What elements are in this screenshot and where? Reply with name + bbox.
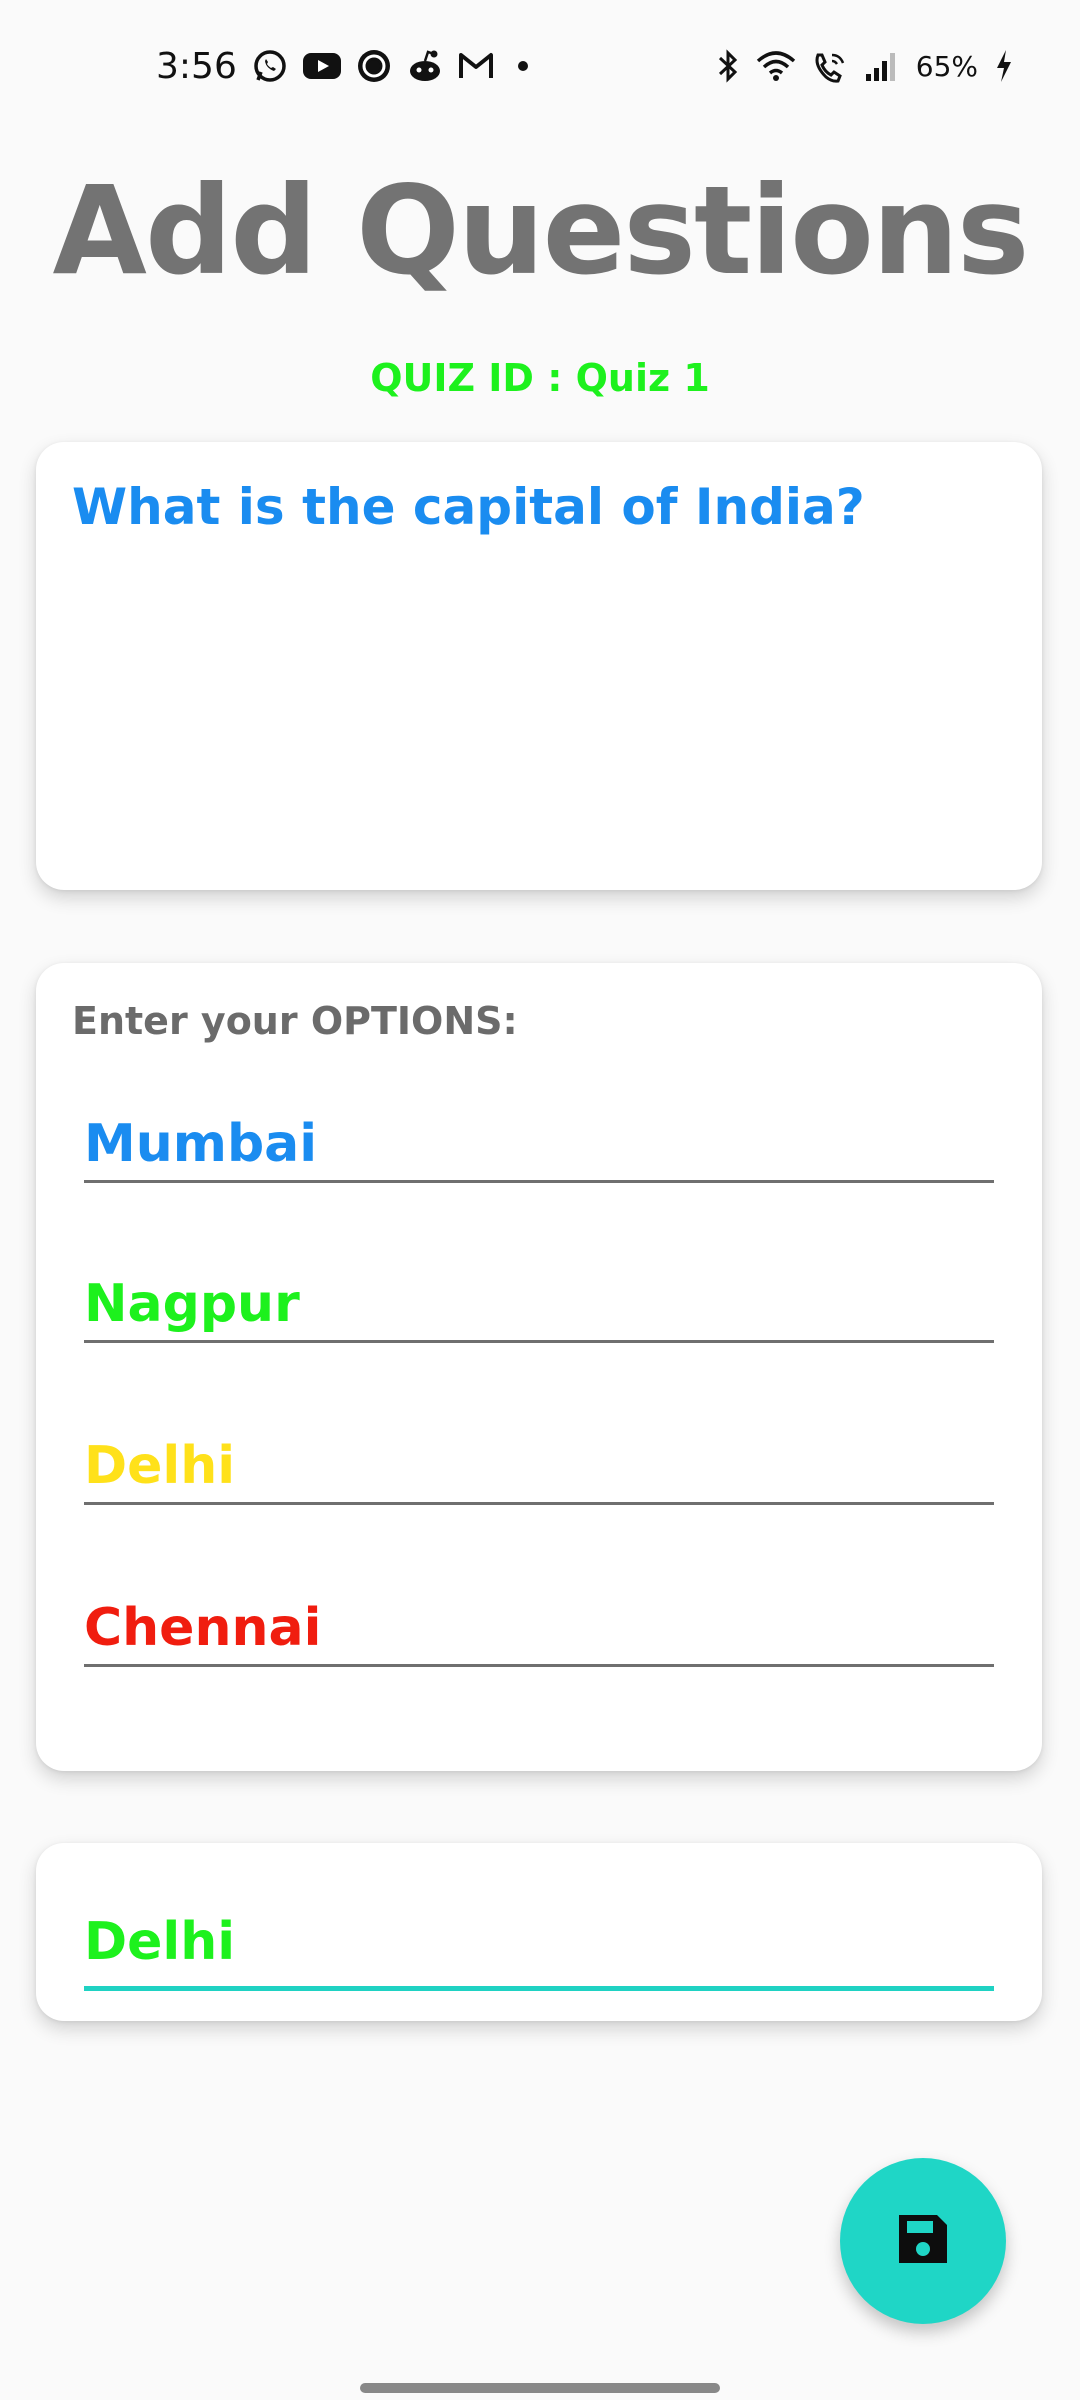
- signal-icon: [864, 50, 900, 82]
- answer-card: Delhi: [36, 1843, 1042, 2021]
- whatsapp-icon: [252, 48, 288, 84]
- option-3-field[interactable]: Delhi: [84, 1423, 994, 1505]
- wifi-calling-icon: [812, 49, 848, 83]
- quiz-id-label: QUIZ ID : Quiz 1: [370, 356, 710, 400]
- system-icons: 65%: [716, 48, 1014, 84]
- bluetooth-icon: [716, 49, 740, 83]
- notification-icons: [252, 48, 538, 84]
- wifi-icon: [756, 49, 796, 83]
- add-questions-screen: 3:56 65% Add Questions QUIZ ID: Quiz 1 …: [0, 0, 1080, 2400]
- option-3-value: Delhi: [84, 1436, 236, 1496]
- option-4-field[interactable]: Chennai: [84, 1585, 994, 1667]
- option-2-field[interactable]: Nagpur: [84, 1261, 994, 1343]
- option-2-value: Nagpur: [84, 1274, 300, 1334]
- gmail-icon: [458, 51, 494, 81]
- save-icon: [893, 2209, 953, 2273]
- option-1-field[interactable]: Mumbai: [84, 1101, 994, 1183]
- charging-icon: [994, 48, 1014, 84]
- status-time: 3:56: [156, 46, 237, 87]
- youtube-icon: [302, 50, 342, 82]
- question-card: What is the capital of India?: [36, 442, 1042, 890]
- ring-app-icon: [356, 48, 392, 84]
- correct-answer-value: Delhi: [84, 1912, 236, 1972]
- page-title: Add Questions: [52, 160, 1030, 302]
- correct-answer-field[interactable]: Delhi: [84, 1891, 994, 1991]
- dot-icon: [508, 51, 538, 81]
- question-input[interactable]: What is the capital of India?: [72, 478, 1006, 536]
- reddit-icon: [406, 49, 444, 83]
- save-button[interactable]: [840, 2158, 1006, 2324]
- status-bar: 3:56 65%: [0, 0, 1080, 135]
- home-indicator[interactable]: [360, 2383, 720, 2393]
- option-1-value: Mumbai: [84, 1114, 318, 1174]
- option-4-value: Chennai: [84, 1598, 322, 1658]
- options-label: Enter your OPTIONS:: [72, 999, 518, 1043]
- battery-level: 65%: [915, 49, 978, 83]
- options-card: Enter your OPTIONS: Mumbai Nagpur Delhi …: [36, 963, 1042, 1771]
